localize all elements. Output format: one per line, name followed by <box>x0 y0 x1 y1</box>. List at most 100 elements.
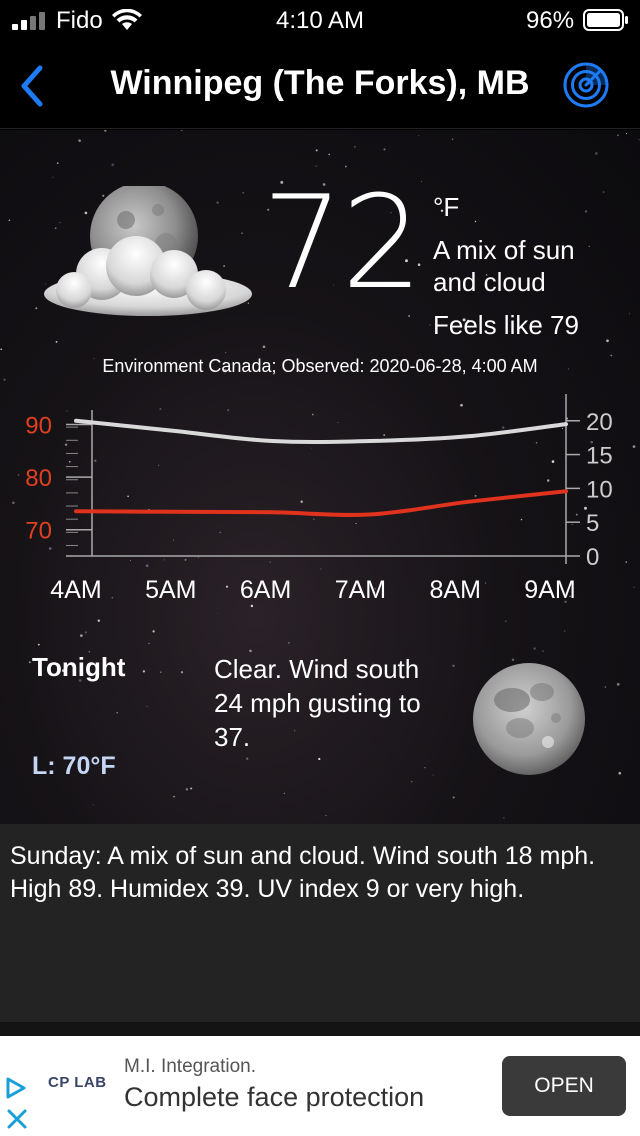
current-condition: A mix of sun and cloud <box>433 235 575 297</box>
star <box>354 145 356 148</box>
star <box>28 661 31 664</box>
right-tick-label: 5 <box>586 510 599 537</box>
star <box>503 817 505 819</box>
star <box>618 771 622 775</box>
battery-icon <box>583 9 628 31</box>
star <box>315 149 318 152</box>
star <box>602 191 605 193</box>
forecast-panel: Sunday: A mix of sun and cloud. Wind sou… <box>0 824 640 1022</box>
series-line-red <box>74 489 568 517</box>
temperature-unit: °F <box>433 192 460 222</box>
star <box>474 220 477 223</box>
star <box>626 133 628 135</box>
star <box>315 165 317 167</box>
star <box>325 815 327 817</box>
current-conditions-panel: 72 °F A mix of sun and cloud Feels like … <box>0 130 640 824</box>
star <box>452 664 455 668</box>
star <box>617 134 619 137</box>
star <box>104 130 107 132</box>
star <box>180 671 184 674</box>
radar-icon[interactable] <box>562 61 610 109</box>
star <box>111 163 115 167</box>
star <box>225 352 227 354</box>
star <box>418 134 420 136</box>
star <box>344 165 347 168</box>
star <box>283 792 285 794</box>
ad-headline: Complete face protection <box>124 1082 425 1112</box>
observation-source: Environment Canada; Observed: 2020-06-28… <box>102 356 538 376</box>
star <box>173 795 175 798</box>
divider <box>0 1022 640 1036</box>
star <box>584 210 588 213</box>
ad-choices-icon[interactable] <box>4 1076 28 1100</box>
star <box>84 631 87 634</box>
star <box>37 643 40 646</box>
hourly-chart: 90 80 70 20 15 10 5 0 4AM 5AM 6AM 7AM 8AM 9AM <box>25 394 613 604</box>
x-tick-label: 5AM <box>145 576 196 604</box>
star <box>533 647 536 650</box>
star <box>452 796 455 799</box>
close-icon[interactable] <box>6 1108 28 1130</box>
tonight-low: L: 70°F <box>32 752 116 780</box>
star <box>638 139 640 141</box>
star <box>52 176 54 179</box>
star <box>383 148 386 151</box>
star <box>116 712 118 714</box>
star <box>180 130 183 131</box>
star <box>511 658 515 662</box>
location-title: Winnipeg (The Forks), MB <box>110 64 530 102</box>
left-tick-label: 70 <box>25 518 52 545</box>
star <box>246 757 249 760</box>
full-moon-icon <box>473 663 585 775</box>
x-tick-label: 4AM <box>50 576 101 604</box>
chevron-left-icon[interactable] <box>14 62 48 110</box>
status-bar: Fido 4:10 AM 96% <box>0 0 640 44</box>
feels-like: Feels like 79 <box>433 310 579 340</box>
star <box>217 612 219 614</box>
star <box>629 313 630 315</box>
star <box>56 162 59 164</box>
star <box>429 324 431 326</box>
star <box>594 152 598 155</box>
right-tick-label: 20 <box>586 409 613 436</box>
star <box>55 341 58 343</box>
x-tick-label: 6AM <box>240 576 291 604</box>
star <box>424 767 426 769</box>
star <box>0 348 2 350</box>
star <box>262 345 266 349</box>
x-tick-label: 8AM <box>429 576 480 604</box>
navigation-bar: Winnipeg (The Forks), MB <box>0 44 640 129</box>
ad-logo: CP LAB <box>48 1074 107 1091</box>
star <box>421 181 423 183</box>
star <box>505 620 507 622</box>
star <box>152 630 155 633</box>
star <box>318 757 321 761</box>
star <box>411 781 413 783</box>
forecast-text: Sunday: A mix of sun and cloud. Wind sou… <box>10 842 596 903</box>
battery-percentage: 96% <box>526 7 575 34</box>
x-tick-label: 9AM <box>524 576 575 604</box>
star <box>288 642 290 644</box>
x-tick-label: 7AM <box>335 576 386 604</box>
tonight-forecast: Clear. Wind south 24 mph gusting to 37. <box>214 654 421 752</box>
series-line-grey <box>74 418 568 444</box>
star <box>328 153 331 156</box>
star <box>148 642 150 645</box>
star <box>190 787 193 790</box>
tonight-label: Tonight <box>32 652 126 682</box>
ad-subtitle: M.I. Integration. <box>124 1056 257 1077</box>
star <box>80 634 83 637</box>
star <box>185 788 189 791</box>
star <box>451 138 454 140</box>
star <box>142 670 146 673</box>
star <box>146 705 148 707</box>
right-tick-label: 10 <box>586 476 613 503</box>
star <box>606 339 609 343</box>
open-button[interactable]: OPEN <box>502 1056 626 1116</box>
star <box>432 774 434 776</box>
star <box>8 219 11 221</box>
cloud-moon-icon <box>44 186 252 316</box>
current-temperature: 72 <box>262 169 423 318</box>
ad-banner[interactable]: CP LAB M.I. Integration. Complete face p… <box>0 1036 640 1136</box>
star <box>92 804 94 806</box>
